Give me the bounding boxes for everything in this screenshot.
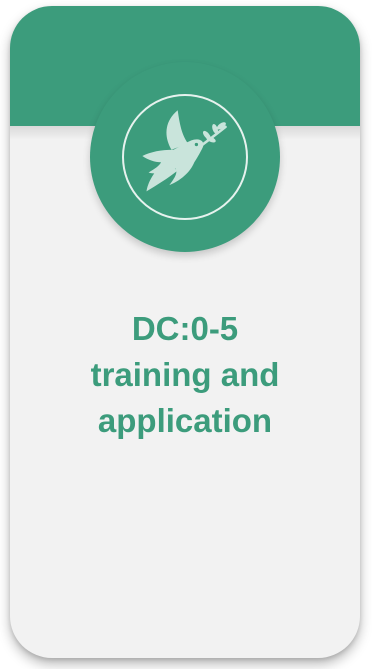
card-title: DC:0-5 training and application: [10, 306, 360, 444]
page: DC:0-5 training and application: [0, 0, 372, 669]
card-title-line-1: DC:0-5: [131, 310, 239, 347]
dove-with-olive-branch-icon: [142, 110, 227, 192]
card-title-line-3: application: [97, 402, 273, 439]
card-title-line-2: training and: [90, 356, 280, 393]
training-card[interactable]: DC:0-5 training and application: [10, 6, 360, 658]
